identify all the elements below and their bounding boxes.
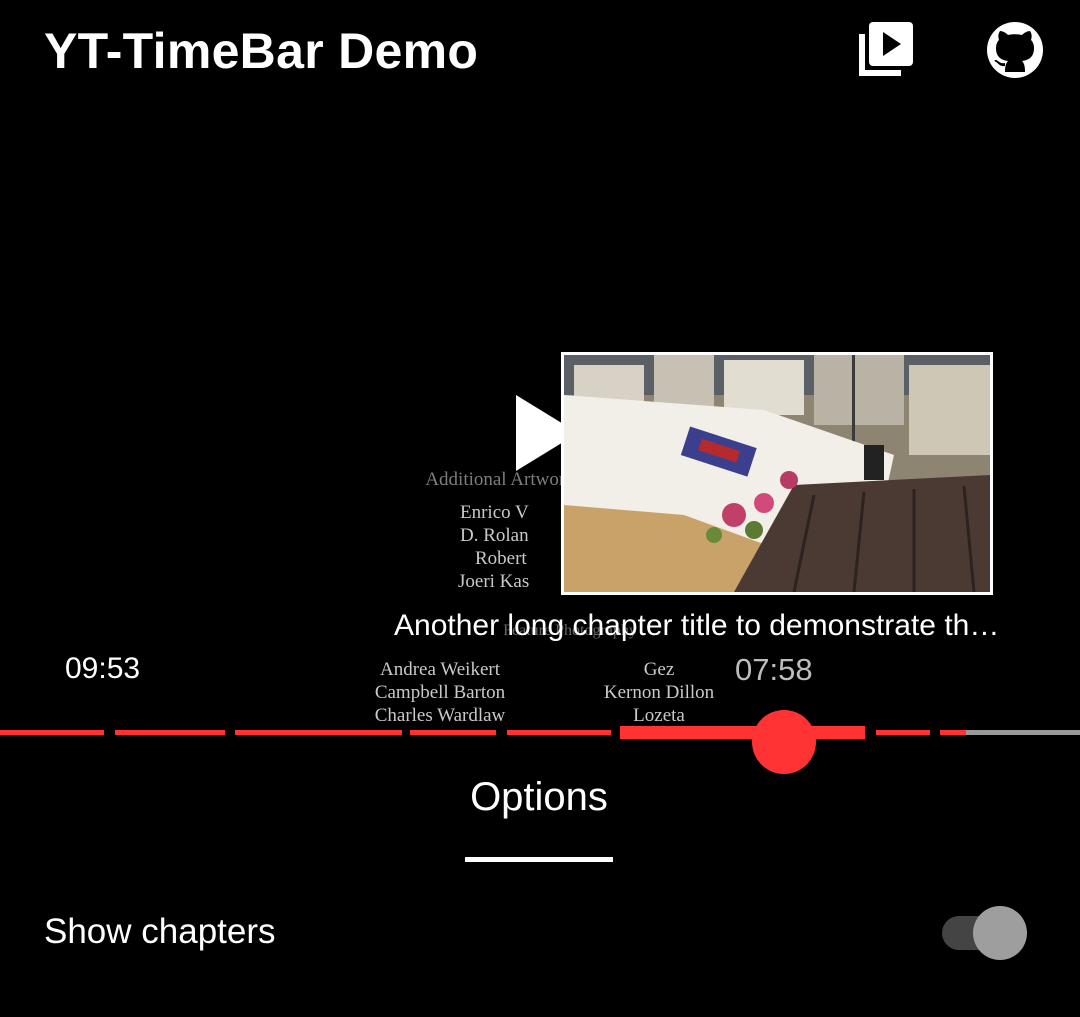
credit-name: Kernon Dillon: [603, 682, 715, 703]
preview-chapter-title: Another long chapter title to demonstrat…: [394, 609, 1000, 642]
preview-time: 07:58: [735, 652, 813, 687]
seek-preview-thumbnail: [561, 352, 993, 595]
chapter-segment[interactable]: [410, 730, 496, 735]
video-library-icon[interactable]: [855, 20, 915, 80]
credit-name: Campbell Barton: [374, 682, 506, 703]
credit-name: Gez: [643, 659, 675, 680]
show-chapters-label: Show chapters: [44, 912, 276, 951]
yt-timebar[interactable]: [0, 710, 1080, 774]
remaining-segment[interactable]: [966, 730, 1080, 735]
tab-options[interactable]: Options: [465, 775, 613, 820]
chapter-segment[interactable]: [940, 730, 966, 735]
chapter-segment[interactable]: [115, 730, 225, 735]
credit-name: Andrea Weikert: [380, 659, 500, 680]
toggle-thumb[interactable]: [973, 906, 1027, 960]
app-title: YT-TimeBar Demo: [44, 23, 479, 79]
current-time: 09:53: [65, 652, 141, 685]
scrubber-thumb[interactable]: [752, 710, 816, 774]
tab-indicator: [465, 857, 613, 862]
chapter-segment[interactable]: [507, 730, 611, 735]
chapter-segment[interactable]: [235, 730, 402, 735]
chapter-segment-active[interactable]: [620, 726, 865, 739]
github-icon[interactable]: [985, 20, 1045, 80]
chapter-segment[interactable]: [0, 730, 104, 735]
chapter-segment[interactable]: [876, 730, 930, 735]
